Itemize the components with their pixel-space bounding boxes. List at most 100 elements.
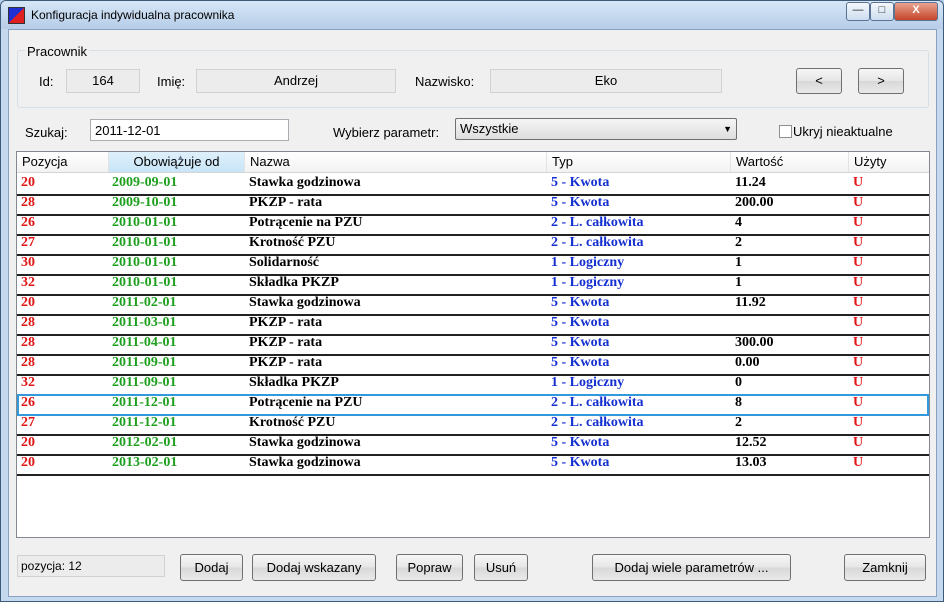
table-row[interactable]: 28 2011-09-01 PKZP - rata 5 - Kwota 0.00 U <box>17 354 929 376</box>
next-employee-button[interactable]: > <box>858 68 904 94</box>
cell-valid-from: 2011-12-01 <box>112 395 177 410</box>
column-header-uzyty[interactable]: Użyty <box>849 152 929 172</box>
cell-position: 27 <box>21 415 35 430</box>
title-bar[interactable]: Konfiguracja indywidualna pracownika — □… <box>1 1 943 29</box>
maximize-button[interactable]: □ <box>870 2 894 21</box>
cell-name: Krotność PZU <box>249 415 336 430</box>
column-header-typ[interactable]: Typ <box>547 152 731 172</box>
cell-valid-from: 2011-04-01 <box>112 335 177 350</box>
cell-valid-from: 2010-01-01 <box>112 235 178 250</box>
cell-position: 20 <box>21 295 35 310</box>
cell-value: 12.52 <box>735 435 767 450</box>
cell-name: Składka PKZP <box>249 275 339 290</box>
cell-name: Stawka godzinowa <box>249 175 361 190</box>
add-many-parameters-button[interactable]: Dodaj wiele parametrów ... <box>592 554 791 581</box>
first-name-label: Imię: <box>157 74 186 89</box>
cell-type: 1 - Logiczny <box>551 375 625 390</box>
table-row[interactable]: 28 2009-10-01 PKZP - rata 5 - Kwota 200.00 U <box>17 194 929 216</box>
table-row[interactable]: 26 2010-01-01 Potrącenie na PZU 2 - L. całk… <box>17 214 929 236</box>
cell-valid-from: 2010-01-01 <box>112 275 178 290</box>
cell-valid-from: 2012-02-01 <box>112 435 178 450</box>
cell-value: 1 <box>735 255 742 270</box>
cell-position: 20 <box>21 455 35 470</box>
cell-valid-from: 2010-01-01 <box>112 215 178 230</box>
cell-used: U <box>853 335 864 350</box>
dialog-client-area: Pracownik Id: 164 Imię: Andrzej Nazwisko… <box>8 29 937 597</box>
table-row[interactable]: 20 2011-02-01 Stawka godzinowa 5 - Kwota 11.… <box>17 294 929 316</box>
table-row[interactable]: 20 2012-02-01 Stawka godzinowa 5 - Kwota 12.… <box>17 434 929 456</box>
table-row[interactable]: 27 2010-01-01 Krotność PZU 2 - L. całkowita… <box>17 234 929 256</box>
table-row[interactable]: 32 2011-09-01 Składka PKZP 1 - Logiczny 0 U <box>17 374 929 396</box>
cell-used: U <box>853 375 864 390</box>
cell-value: 2 <box>735 235 742 250</box>
search-input[interactable]: 2011-12-01 <box>90 119 289 141</box>
cell-used: U <box>853 255 864 270</box>
sort-ascending-icon: ▲ <box>176 153 185 162</box>
edit-button[interactable]: Popraw <box>396 554 463 581</box>
cell-used: U <box>853 175 864 190</box>
cell-type: 1 - Logiczny <box>551 255 625 270</box>
cell-name: PKZP - rata <box>249 355 323 370</box>
cell-value: 200.00 <box>735 195 774 210</box>
cell-name: PKZP - rata <box>249 195 323 210</box>
cell-valid-from: 2009-09-01 <box>112 175 178 190</box>
cell-position: 26 <box>21 215 35 230</box>
main-window: Konfiguracja indywidualna pracownika — □… <box>0 0 944 602</box>
table-row[interactable]: 32 2010-01-01 Składka PKZP 1 - Logiczny 1 U <box>17 274 929 296</box>
cell-type: 1 - Logiczny <box>551 275 625 290</box>
id-label: Id: <box>39 74 54 89</box>
cell-type: 5 - Kwota <box>551 195 610 210</box>
cell-valid-from: 2011-03-01 <box>112 315 177 330</box>
window-title: Konfiguracja indywidualna pracownika <box>31 8 235 22</box>
cell-value: 8 <box>735 395 742 410</box>
table-row[interactable]: 28 2011-04-01 PKZP - rata 5 - Kwota 300.00 U <box>17 334 929 356</box>
position-status: pozycja: 12 <box>17 555 165 577</box>
add-button[interactable]: Dodaj <box>180 554 243 581</box>
cell-position: 20 <box>21 435 35 450</box>
cell-name: Stawka godzinowa <box>249 435 361 450</box>
cell-valid-from: 2011-02-01 <box>112 295 177 310</box>
table-row[interactable]: 28 2011-03-01 PKZP - rata 5 - Kwota U <box>17 314 929 336</box>
employee-group-title: Pracownik <box>25 44 89 59</box>
parameters-table[interactable]: Pozycja ▲ Obowiązuje od Nazwa Typ Wartoś… <box>16 151 930 538</box>
cell-used: U <box>853 195 864 210</box>
close-window-button[interactable]: X <box>894 2 938 21</box>
cell-used: U <box>853 395 864 410</box>
cell-type: 5 - Kwota <box>551 355 610 370</box>
table-row[interactable]: 27 2011-12-01 Krotność PZU 2 - L. całkowita… <box>17 414 929 436</box>
cell-position: 27 <box>21 235 35 250</box>
param-select[interactable]: Wszystkie ▼ <box>455 118 737 140</box>
column-header-pozycja[interactable]: Pozycja <box>17 152 109 172</box>
cell-valid-from: 2011-09-01 <box>112 355 177 370</box>
chevron-down-icon: ▼ <box>723 124 732 134</box>
cell-name: Składka PKZP <box>249 375 339 390</box>
cell-name: Stawka godzinowa <box>249 295 361 310</box>
minimize-button[interactable]: — <box>846 2 870 21</box>
id-field: 164 <box>66 69 140 93</box>
cell-value: 300.00 <box>735 335 774 350</box>
previous-employee-button[interactable]: < <box>796 68 842 94</box>
delete-button[interactable]: Usuń <box>474 554 528 581</box>
cell-used: U <box>853 295 864 310</box>
cell-used: U <box>853 275 864 290</box>
cell-position: 28 <box>21 355 35 370</box>
column-header-wartosc[interactable]: Wartość <box>731 152 849 172</box>
table-row[interactable]: 20 2013-02-01 Stawka godzinowa 5 - Kwota 13.… <box>17 454 929 476</box>
hide-outdated-checkbox[interactable] <box>779 125 792 138</box>
param-label: Wybierz parametr: <box>333 125 440 140</box>
column-header-nazwa[interactable]: Nazwa <box>245 152 547 172</box>
cell-valid-from: 2013-02-01 <box>112 455 178 470</box>
cell-type: 5 - Kwota <box>551 435 610 450</box>
hide-outdated-label: Ukryj nieaktualne <box>793 124 893 139</box>
table-row[interactable]: 26 2011-12-01 Potrącenie na PZU 2 - L. całk… <box>17 394 929 416</box>
cell-type: 2 - L. całkowita <box>551 415 644 430</box>
table-row[interactable]: 20 2009-09-01 Stawka godzinowa 5 - Kwota 11.… <box>17 174 929 196</box>
add-selected-button[interactable]: Dodaj wskazany <box>252 554 376 581</box>
cell-type: 5 - Kwota <box>551 175 610 190</box>
table-header: Pozycja ▲ Obowiązuje od Nazwa Typ Wartoś… <box>17 152 929 173</box>
column-header-obowiazuje-od[interactable]: ▲ Obowiązuje od <box>109 152 245 172</box>
table-row[interactable]: 30 2010-01-01 Solidarność 1 - Logiczny 1 U <box>17 254 929 276</box>
cell-valid-from: 2011-09-01 <box>112 375 177 390</box>
close-button[interactable]: Zamknij <box>844 554 926 581</box>
cell-valid-from: 2011-12-01 <box>112 415 177 430</box>
